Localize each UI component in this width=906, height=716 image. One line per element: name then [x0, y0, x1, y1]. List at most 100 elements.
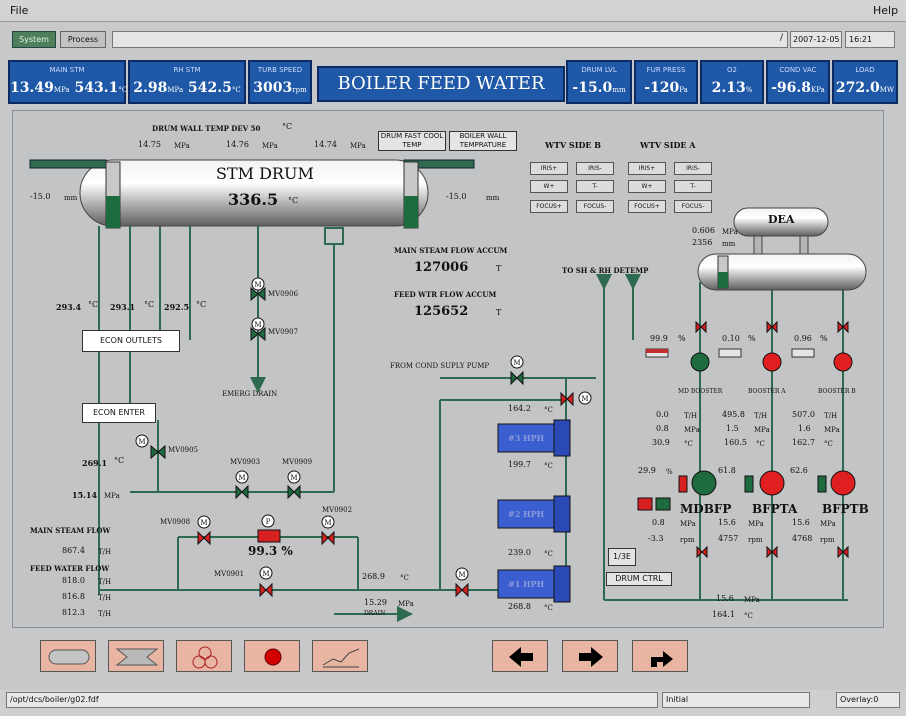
- drum-pressure-1: 14.75: [138, 140, 161, 149]
- econ-enter-temp: 269.1: [82, 458, 108, 468]
- alarm-view-button[interactable]: [244, 640, 300, 672]
- controller-icon: P: [266, 518, 271, 526]
- wtv-a-focus-plus[interactable]: FOCUS+: [628, 200, 666, 213]
- mv0902-label: MV0902: [322, 506, 353, 514]
- ratio-button[interactable]: 1/3E: [608, 548, 636, 566]
- bfptb-press: 15.6: [792, 518, 810, 527]
- feed-water-flow-3: 812.3: [62, 608, 85, 617]
- feed-water-accum-label: FEED WTR FLOW ACCUM: [394, 290, 497, 299]
- wtv-a-t-minus[interactable]: T-: [674, 180, 712, 193]
- mdbfp-pump-icon[interactable]: [691, 470, 717, 496]
- md-booster-pump-icon[interactable]: [690, 352, 710, 372]
- feed-water-flow-label: FEED WATER FLOW: [30, 564, 110, 573]
- feed-water-accum-value: 125652: [414, 304, 469, 319]
- valve-from-cond[interactable]: [510, 370, 524, 386]
- drum-view-button[interactable]: [40, 640, 96, 672]
- mdbfp-label: MDBFP: [680, 502, 732, 516]
- drum-level-right: -15.0: [446, 192, 467, 201]
- feed-water-flow-2: 816.8: [62, 592, 85, 601]
- arrow-left-icon: [509, 647, 533, 667]
- motor-icon: M: [290, 474, 297, 482]
- process-diagram: M M M M M M M M P M M M: [29, 159, 867, 622]
- wtv-b-iris-plus[interactable]: IRIS+: [530, 162, 568, 175]
- hph2-out-temp: 239.0: [508, 548, 531, 557]
- previous-page-button[interactable]: [492, 640, 548, 672]
- control-valve-pct: 99.3 %: [248, 544, 293, 558]
- emerg-drain-label: EMERG DRAIN: [222, 390, 278, 398]
- arrow-right-icon: [579, 647, 603, 667]
- booster-a-pump-icon[interactable]: [762, 352, 782, 372]
- booster-a-temp: 160.5: [724, 438, 747, 447]
- boiler-wall-temp-button[interactable]: BOILER WALL TEMPRATURE: [449, 131, 517, 151]
- mv0909-label: MV0909: [282, 458, 313, 466]
- econ-outlet-temp-2: 293.1: [110, 302, 136, 312]
- hph3-out-temp: 199.7: [508, 460, 531, 469]
- booster-b-flow: 507.0: [792, 410, 815, 419]
- md-booster-pct: 99.9: [650, 334, 668, 343]
- bfptb-scoop: 62.6: [790, 466, 808, 475]
- mode-status: Initial: [662, 692, 810, 708]
- main-steam-accum-value: 127006: [414, 260, 469, 275]
- from-cond-label: FROM COND SUPLY PUMP: [390, 362, 490, 370]
- booster-b-press: 1.6: [798, 424, 811, 433]
- booster-a-flow: 495.8: [722, 410, 745, 419]
- pump-view-button[interactable]: [176, 640, 232, 672]
- motor-icon: M: [138, 438, 145, 446]
- md-booster-temp: 30.9: [652, 438, 670, 447]
- control-valve-main[interactable]: [257, 529, 281, 543]
- valve-mv0901[interactable]: [259, 582, 273, 598]
- drum-pressure-3: 14.74: [314, 140, 337, 149]
- valve-mv0909[interactable]: [287, 484, 301, 500]
- econ-outlet-temp-1: 293.4: [56, 302, 82, 312]
- next-page-button[interactable]: [562, 640, 618, 672]
- wtv-b-t-minus[interactable]: T-: [576, 180, 614, 193]
- bfptb-label: BFPTB: [822, 502, 869, 516]
- drain-label: DRAIN: [364, 610, 386, 617]
- mv0908-label: MV0908: [160, 518, 191, 526]
- drum-title: STM DRUM: [216, 164, 314, 183]
- wtv-b-iris-minus[interactable]: IRIS-: [576, 162, 614, 175]
- econ-outlet-temp-3: 292.5: [164, 302, 190, 312]
- bfpta-label: BFPTA: [752, 502, 798, 516]
- wtv-a-iris-plus[interactable]: IRIS+: [628, 162, 666, 175]
- wtv-a-w-plus[interactable]: W+: [628, 180, 666, 193]
- drum-wall-temp-unit: °C: [282, 122, 293, 131]
- wtv-b-focus-minus[interactable]: FOCUS-: [576, 200, 614, 213]
- bfp-outlet-pressure: 15.6: [716, 594, 734, 603]
- wtv-b-focus-plus[interactable]: FOCUS+: [530, 200, 568, 213]
- econ-enter-box[interactable]: ECON ENTER: [82, 403, 156, 423]
- bfpta-pump-icon[interactable]: [759, 470, 785, 496]
- main-steam-flow-label: MAIN STEAM FLOW: [30, 526, 111, 535]
- booster-pumps[interactable]: [690, 352, 853, 372]
- bfptb-pump-icon[interactable]: [830, 470, 856, 496]
- drum-fast-cool-button[interactable]: DRUM FAST COOL TEMP: [378, 131, 446, 151]
- wtv-b-w-plus[interactable]: W+: [530, 180, 568, 193]
- wtv-side-a-label: WTV SIDE A: [640, 140, 696, 150]
- mv0901-label: MV0901: [214, 570, 245, 578]
- drum-ctrl-button[interactable]: DRUM CTRL: [606, 572, 672, 586]
- trend-view-button[interactable]: [312, 640, 368, 672]
- line-temp: 268.9: [362, 572, 385, 581]
- booster-b-pump-icon[interactable]: [833, 352, 853, 372]
- valve-hph-outlet[interactable]: [455, 582, 469, 598]
- motor-icon: M: [581, 395, 588, 403]
- alarm-light-icon: [264, 648, 282, 666]
- booster-b-temp: 162.7: [792, 438, 815, 447]
- dea-level: 2356: [692, 238, 713, 247]
- md-booster-label: MD BOOSTER: [678, 388, 723, 395]
- wtv-a-focus-minus[interactable]: FOCUS-: [674, 200, 712, 213]
- valve-mv0908[interactable]: [197, 530, 211, 546]
- bfptb-speed: 4768: [792, 534, 813, 543]
- valve-mv0902[interactable]: [321, 530, 335, 546]
- booster-b-label: BOOSTER B: [818, 388, 856, 395]
- valve-mv0903[interactable]: [235, 484, 249, 500]
- motor-icon: M: [324, 519, 331, 527]
- return-button[interactable]: [632, 640, 688, 672]
- bfp-outlet-temp: 164.1: [712, 610, 735, 619]
- econ-outlets-box[interactable]: ECON OUTLETS: [82, 330, 180, 352]
- heater-view-button[interactable]: [108, 640, 164, 672]
- drum-pressure-2: 14.76: [226, 140, 249, 149]
- wtv-a-iris-minus[interactable]: IRIS-: [674, 162, 712, 175]
- mv0905-label: MV0905: [168, 446, 199, 454]
- motor-icon: M: [254, 321, 261, 329]
